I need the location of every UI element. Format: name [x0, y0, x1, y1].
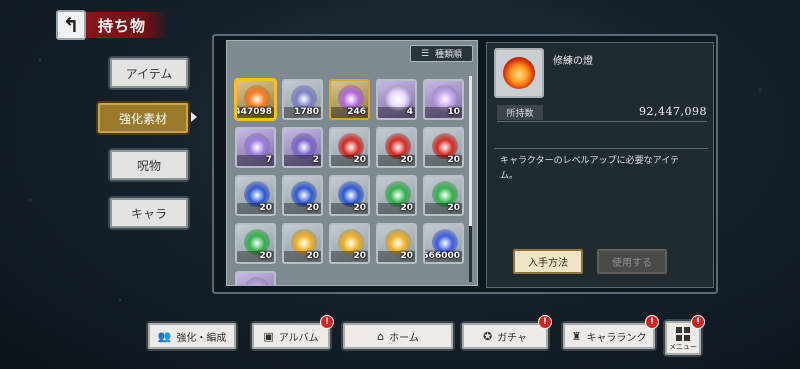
item-count: 20 — [306, 251, 319, 261]
item-count: 10 — [447, 107, 460, 117]
item-slot[interactable]: 92447098 — [235, 79, 276, 120]
grid-menu-icon — [676, 327, 690, 341]
item-count: 1566000 — [423, 251, 460, 261]
item-count: 20 — [259, 203, 272, 213]
item-grid[interactable]: 92447098 1780 246 4 10 7 2 20 20 20 20 20 20 20 20 20 20… — [226, 40, 478, 286]
detail-item-name: 修練の燈 — [553, 56, 593, 67]
menu-label: メニュー — [669, 343, 697, 351]
item-count: 20 — [259, 251, 272, 261]
item-count: 20 — [400, 155, 413, 165]
item-slot[interactable]: 20 — [376, 223, 417, 264]
home-icon: ⌂ — [377, 329, 385, 343]
sort-label: 種類順 — [435, 50, 463, 60]
item-count: 20 — [306, 203, 319, 213]
flame-orb-icon — [503, 57, 535, 89]
nav-album[interactable]: ▣ アルバム — [252, 323, 330, 349]
item-slot[interactable]: 7 — [235, 127, 276, 168]
nav-label: 強化・編成 — [176, 332, 227, 344]
item-count: 2 — [312, 155, 319, 165]
item-slot[interactable]: 20 — [282, 175, 323, 216]
album-icon: ▣ — [263, 329, 274, 343]
sort-list-icon: ☰ — [420, 48, 430, 59]
item-slot[interactable]: 246 — [329, 79, 370, 120]
rank-icon: ♜ — [571, 329, 582, 343]
item-slot[interactable]: 20 — [235, 223, 276, 264]
detail-item-thumbnail — [494, 48, 544, 98]
item-slot[interactable]: 20 — [282, 223, 323, 264]
item-count: 20 — [353, 251, 366, 261]
item-slot[interactable]: 2 — [282, 127, 323, 168]
use-button[interactable]: 使用する — [597, 249, 667, 274]
divider — [494, 148, 708, 149]
item-count: 92447098 — [235, 107, 272, 117]
item-slot[interactable]: 1780 — [282, 79, 323, 120]
item-count: 20 — [400, 203, 413, 213]
sort-button[interactable]: ☰ 種類順 — [410, 45, 473, 62]
nav-gacha[interactable]: ✪ ガチャ — [462, 323, 548, 349]
scrollbar[interactable] — [469, 76, 472, 282]
item-count: 20 — [353, 203, 366, 213]
stock-label: 所持数 — [497, 105, 543, 120]
nav-label: アルバム — [278, 332, 319, 344]
page-title: 持ち物 — [86, 12, 168, 38]
item-slot[interactable]: 20 — [329, 223, 370, 264]
item-description: キャラクターのレベルアップに必要なアイテム。 — [500, 156, 680, 181]
item-icon — [244, 277, 270, 285]
item-count: 20 — [400, 251, 413, 261]
item-slot[interactable]: 10 — [423, 79, 464, 120]
gacha-icon: ✪ — [482, 329, 493, 343]
item-slot[interactable]: 4 — [376, 79, 417, 120]
item-slot[interactable]: 20 — [376, 175, 417, 216]
scrollbar-thumb[interactable] — [469, 76, 472, 226]
stock-row: 所持数 92,447,098 — [497, 104, 707, 122]
notification-badge: ! — [320, 315, 334, 329]
item-slot[interactable]: 20 — [376, 127, 417, 168]
item-slot[interactable]: 20 — [329, 127, 370, 168]
item-slot[interactable]: 1566000 — [423, 223, 464, 264]
item-slot[interactable]: 20 — [235, 175, 276, 216]
item-slot[interactable]: 20 — [329, 175, 370, 216]
team-icon: 👥 — [157, 329, 172, 343]
nav-label: キャラランク — [586, 332, 647, 344]
tab-characters[interactable]: キャラ — [110, 198, 188, 228]
item-count: 7 — [265, 155, 272, 165]
nav-home[interactable]: ⌂ ホーム — [343, 323, 453, 349]
item-slot[interactable]: 20 — [423, 127, 464, 168]
obtain-method-button[interactable]: 入手方法 — [513, 249, 583, 274]
item-slot[interactable]: 20 — [423, 175, 464, 216]
item-count: 1780 — [293, 107, 319, 117]
item-slot[interactable] — [235, 271, 276, 285]
tab-enhance-materials[interactable]: 強化素材 — [98, 103, 188, 133]
tab-cursed-objects[interactable]: 呪物 — [110, 150, 188, 180]
item-count: 20 — [353, 155, 366, 165]
stock-value: 92,447,098 — [639, 105, 707, 118]
nav-character-rank[interactable]: ♜ キャラランク — [563, 323, 655, 349]
nav-enhance-team[interactable]: 👥 強化・編成 — [148, 323, 236, 349]
nav-label: ガチャ — [497, 332, 528, 344]
item-count: 4 — [406, 107, 413, 117]
notification-badge: ! — [691, 315, 705, 329]
nav-label: ホーム — [389, 332, 419, 344]
item-count: 246 — [347, 107, 366, 117]
notification-badge: ! — [538, 315, 552, 329]
active-tab-arrow-icon — [191, 112, 197, 122]
back-button[interactable]: ↰ — [56, 10, 86, 40]
tab-items[interactable]: アイテム — [110, 58, 188, 88]
item-count: 20 — [447, 155, 460, 165]
item-count: 20 — [447, 203, 460, 213]
return-arrow-icon: ↰ — [62, 13, 80, 37]
notification-badge: ! — [645, 315, 659, 329]
